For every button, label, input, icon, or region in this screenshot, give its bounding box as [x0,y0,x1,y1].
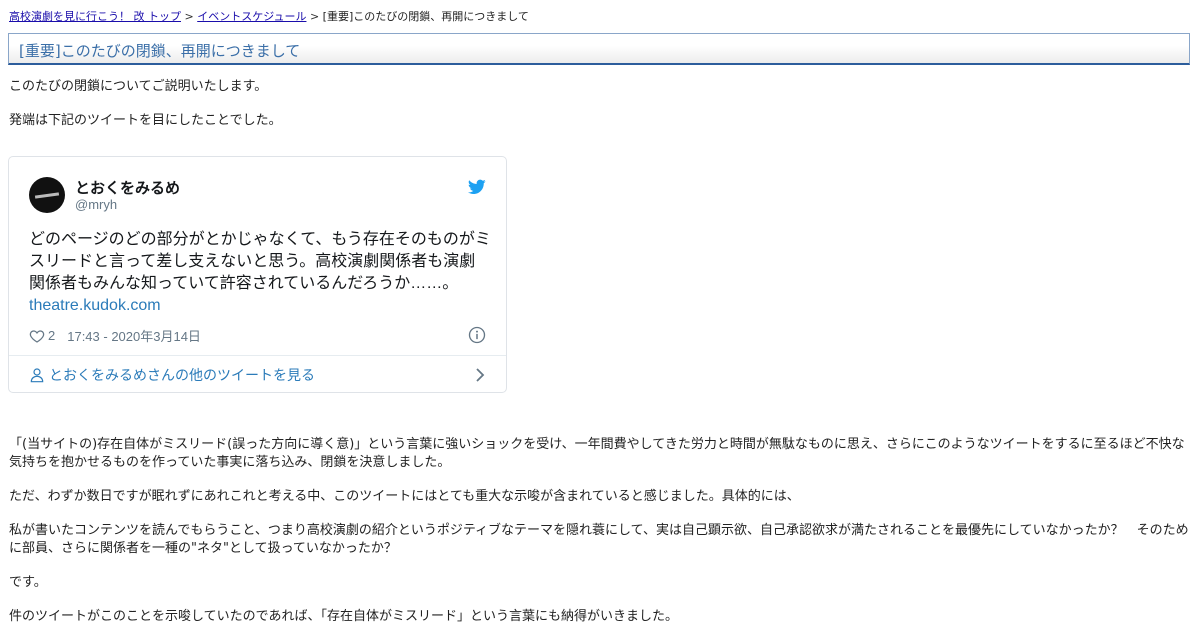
intro-paragraph: 発端は下記のツイートを目にしたことでした。 [9,113,282,128]
twitter-bird-icon[interactable] [468,179,486,195]
like-count[interactable]: 2 [48,328,55,343]
tweet-timestamp[interactable]: 17:43 - 2020年3月14日 [67,326,201,345]
heart-icon[interactable] [29,328,45,344]
more-tweets-link[interactable]: とおくをみるめさんの他のツイートを見る [29,365,315,385]
body-paragraph: ただ、わずか数日ですが眠れずにあれこれと考える中、このツイートにはとても重大な示… [9,489,800,504]
body-paragraph: 「(当サイトの)存在自体がミスリード(誤った方向に導く意)」という言葉に強いショ… [9,437,1185,470]
breadcrumb-separator: > [184,10,194,23]
tweet-text-block: どのページのどの部分がとかじゃなくて、もう存在そのものがミスリードと言って差し支… [29,229,491,317]
chevron-right-icon[interactable] [474,367,486,383]
breadcrumb-separator: > [309,10,320,23]
person-icon [30,368,44,383]
breadcrumb-home-link[interactable]: 高校演劇を見に行こう！ 改 トップ [9,10,181,23]
page-title: [重要]このたびの閉鎖、再開につきまして [19,42,301,60]
breadcrumb-current: [重要]このたびの閉鎖、再開につきまして [322,10,529,23]
page-title-box: [重要]このたびの閉鎖、再開につきまして [8,33,1190,65]
tweet-text: どのページのどの部分がとかじゃなくて、もう存在そのものがミスリードと言って差し支… [29,231,491,292]
breadcrumb: 高校演劇を見に行こう！ 改 トップ > イベントスケジュール > [重要]このた… [9,8,529,24]
divider [9,355,506,356]
body-paragraph: 私が書いたコンテンツを読んでもらうこと、つまり高校演劇の紹介というポジティブなテ… [9,523,1189,556]
body-paragraph: です。 [9,575,47,590]
more-tweets-label[interactable]: とおくをみるめさんの他のツイートを見る [49,365,315,385]
body-paragraph: 件のツイートがこのことを示唆していたのであれば、「存在自体がミスリード」という言… [9,609,678,624]
tweet-meta: 2 17:43 - 2020年3月14日 [29,326,201,345]
tweet-author-name[interactable]: とおくをみるめ [75,177,180,198]
breadcrumb-schedule-link[interactable]: イベントスケジュール [197,10,306,23]
tweet-author-handle[interactable]: @mryh [75,197,117,212]
tweet-link[interactable]: theatre.kudok.com [29,297,161,314]
info-icon[interactable] [468,326,486,344]
intro-paragraph: このたびの閉鎖についてご説明いたします。 [9,79,268,94]
avatar[interactable] [29,177,65,213]
embedded-tweet[interactable]: とおくをみるめ @mryh どのページのどの部分がとかじゃなくて、もう存在そのも… [8,156,507,393]
